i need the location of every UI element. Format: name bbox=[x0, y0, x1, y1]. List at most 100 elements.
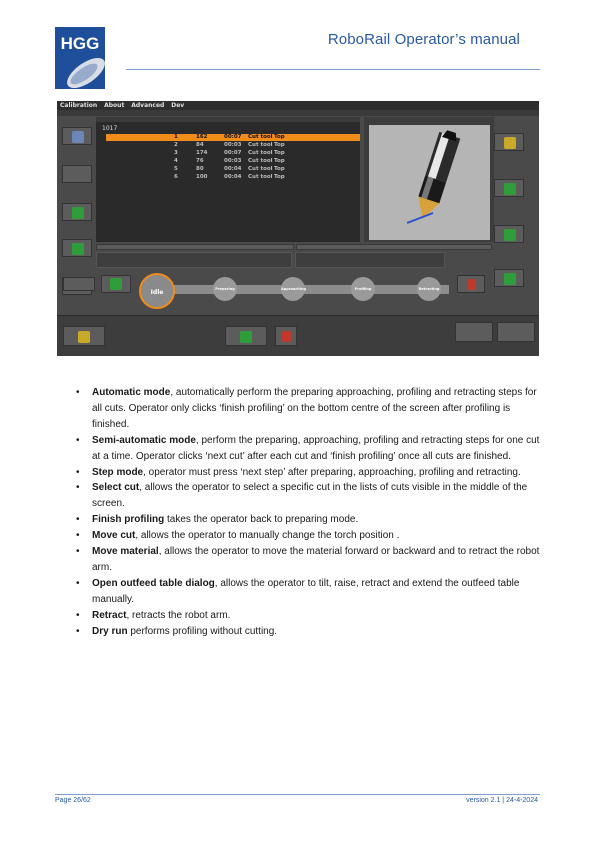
bottom-strip bbox=[57, 315, 539, 356]
flow-step-idle: Idle bbox=[139, 273, 175, 309]
feature-description: performs profiling without cutting. bbox=[127, 625, 278, 637]
process-flow: Idle Preparing Approaching Profiling Ret… bbox=[139, 273, 449, 309]
cut-cell-no: 2 bbox=[174, 142, 178, 148]
right-button-2 bbox=[494, 179, 524, 197]
feature-description: , allows the operator to select a specif… bbox=[92, 482, 528, 510]
tool-button-3 bbox=[62, 203, 92, 221]
feature-item: Finish profiling takes the operator back… bbox=[74, 512, 549, 528]
previous-button bbox=[101, 275, 131, 293]
flow-step-preparing: Preparing bbox=[213, 277, 237, 301]
hgg-logo: HGG bbox=[55, 27, 105, 89]
cut-cell-tool: Cut tool bbox=[248, 134, 273, 140]
cut-list-header bbox=[96, 117, 360, 122]
sub-menu-bar bbox=[57, 110, 539, 116]
feature-item: Dry run performs profiling without cutti… bbox=[74, 624, 549, 640]
feature-description: , operator must press ‘next step’ after … bbox=[143, 466, 521, 478]
cut-cell-side: Top bbox=[274, 142, 285, 148]
cut-cell-side: Top bbox=[274, 150, 285, 156]
feature-term: Select cut bbox=[92, 482, 140, 494]
cut-row[interactable]: 1 162 00:07 Cut tool Top bbox=[106, 134, 360, 141]
dry-run-button bbox=[457, 275, 485, 293]
cut-cell-tool: Cut tool bbox=[248, 142, 273, 148]
feature-item: Move material, allows the operator to mo… bbox=[74, 544, 549, 576]
cut-row[interactable]: 4 76 00:03 Cut tool Top bbox=[106, 158, 360, 165]
cut-cell-side: Top bbox=[274, 174, 285, 180]
job-id: 1017 bbox=[102, 125, 118, 132]
cut-row[interactable]: 5 80 00:04 Cut tool Top bbox=[106, 166, 360, 173]
torch-illustration bbox=[406, 130, 461, 224]
right-button-4 bbox=[494, 269, 524, 287]
tool-button-2 bbox=[62, 165, 92, 183]
cut-cell-tool: Cut tool bbox=[248, 174, 273, 180]
right-button-1 bbox=[494, 133, 524, 151]
feature-item: Open outfeed table dialog, allows the op… bbox=[74, 576, 549, 608]
feature-description: , allows the operator to manually change… bbox=[135, 530, 400, 542]
flow-step-retracting: Retracting bbox=[417, 277, 441, 301]
tool-button-1 bbox=[62, 127, 92, 145]
feature-list: Automatic mode, automatically perform th… bbox=[74, 385, 549, 640]
cut-cell-time: 00:03 bbox=[224, 158, 242, 164]
feature-description: takes the operator back to preparing mod… bbox=[164, 514, 359, 526]
feature-term: Automatic mode bbox=[92, 387, 171, 398]
torch-3d-view bbox=[369, 125, 490, 240]
svg-text:HGG: HGG bbox=[61, 34, 100, 53]
menu-dev: Dev bbox=[171, 102, 185, 109]
torch-viewer bbox=[364, 117, 494, 242]
mode-button bbox=[63, 277, 95, 291]
feature-term: Move cut bbox=[92, 530, 136, 542]
feature-term: Retract bbox=[92, 609, 127, 621]
cut-cell-len: 80 bbox=[196, 166, 204, 172]
cut-cell-len: 100 bbox=[196, 174, 208, 180]
header-rule bbox=[126, 69, 540, 70]
feature-term: Finish profiling bbox=[92, 514, 165, 526]
cut-cell-time: 00:03 bbox=[224, 142, 242, 148]
info-box-left bbox=[96, 252, 292, 268]
feature-term: Move material bbox=[92, 546, 159, 558]
menu-bar: Calibration About Advanced Dev bbox=[57, 101, 539, 110]
feature-item: Retract, retracts the robot arm. bbox=[74, 608, 549, 624]
cut-cell-side: Top bbox=[274, 134, 285, 140]
cut-cell-tool: Cut tool bbox=[248, 150, 273, 156]
cut-cell-time: 00:07 bbox=[224, 150, 242, 156]
cut-row[interactable]: 3 174 00:07 Cut tool Top bbox=[106, 150, 360, 157]
cut-row[interactable]: 6 100 00:04 Cut tool Top bbox=[106, 174, 360, 181]
feature-term: Dry run bbox=[92, 625, 128, 637]
right-button-3 bbox=[494, 225, 524, 243]
cut-cell-len: 76 bbox=[196, 158, 204, 164]
cut-cell-side: Top bbox=[274, 158, 285, 164]
info-box-right bbox=[295, 252, 445, 268]
stop-button bbox=[275, 326, 297, 346]
middle-bar-left bbox=[96, 244, 294, 250]
bottom-button-4 bbox=[497, 322, 535, 342]
feature-item: Semi-automatic mode, perform the prepari… bbox=[74, 433, 549, 465]
flow-step-approaching: Approaching bbox=[281, 277, 306, 301]
feature-item: Move cut, allows the operator to manuall… bbox=[74, 528, 549, 544]
feature-term: Step mode bbox=[92, 466, 144, 478]
menu-advanced: Advanced bbox=[131, 102, 165, 109]
middle-bar bbox=[96, 244, 496, 250]
cut-list: 1017 1 162 00:07 Cut tool Top 2 84 00:03 Cut too… bbox=[96, 117, 360, 242]
feature-description: , allows the operator to move the materi… bbox=[92, 546, 540, 573]
cut-cell-time: 00:07 bbox=[224, 134, 242, 140]
cut-row[interactable]: 2 84 00:03 Cut tool Top bbox=[106, 142, 360, 149]
document-title: RoboRail Operator’s manual bbox=[327, 31, 520, 48]
cut-cell-time: 00:04 bbox=[224, 166, 242, 172]
cut-cell-no: 1 bbox=[174, 134, 178, 140]
cut-cell-len: 162 bbox=[196, 134, 208, 140]
feature-term: Semi-automatic mode bbox=[92, 434, 196, 446]
bottom-button-1 bbox=[63, 326, 105, 346]
viewer-header bbox=[364, 117, 494, 123]
cut-cell-len: 174 bbox=[196, 150, 208, 156]
cut-cell-side: Top bbox=[274, 166, 285, 172]
cut-cell-tool: Cut tool bbox=[248, 166, 273, 172]
feature-description: , retracts the robot arm. bbox=[126, 609, 231, 621]
menu-calibration: Calibration bbox=[60, 102, 98, 109]
cut-cell-len: 84 bbox=[196, 142, 204, 148]
right-tool-column bbox=[494, 117, 539, 317]
footer-rule bbox=[55, 794, 540, 795]
cut-cell-no: 3 bbox=[174, 150, 178, 156]
middle-bar-right bbox=[296, 244, 492, 250]
flow-step-profiling: Profiling bbox=[351, 277, 375, 301]
version-date: version 2.1 | 24-4-2024 bbox=[466, 797, 538, 804]
bottom-button-3 bbox=[455, 322, 493, 342]
